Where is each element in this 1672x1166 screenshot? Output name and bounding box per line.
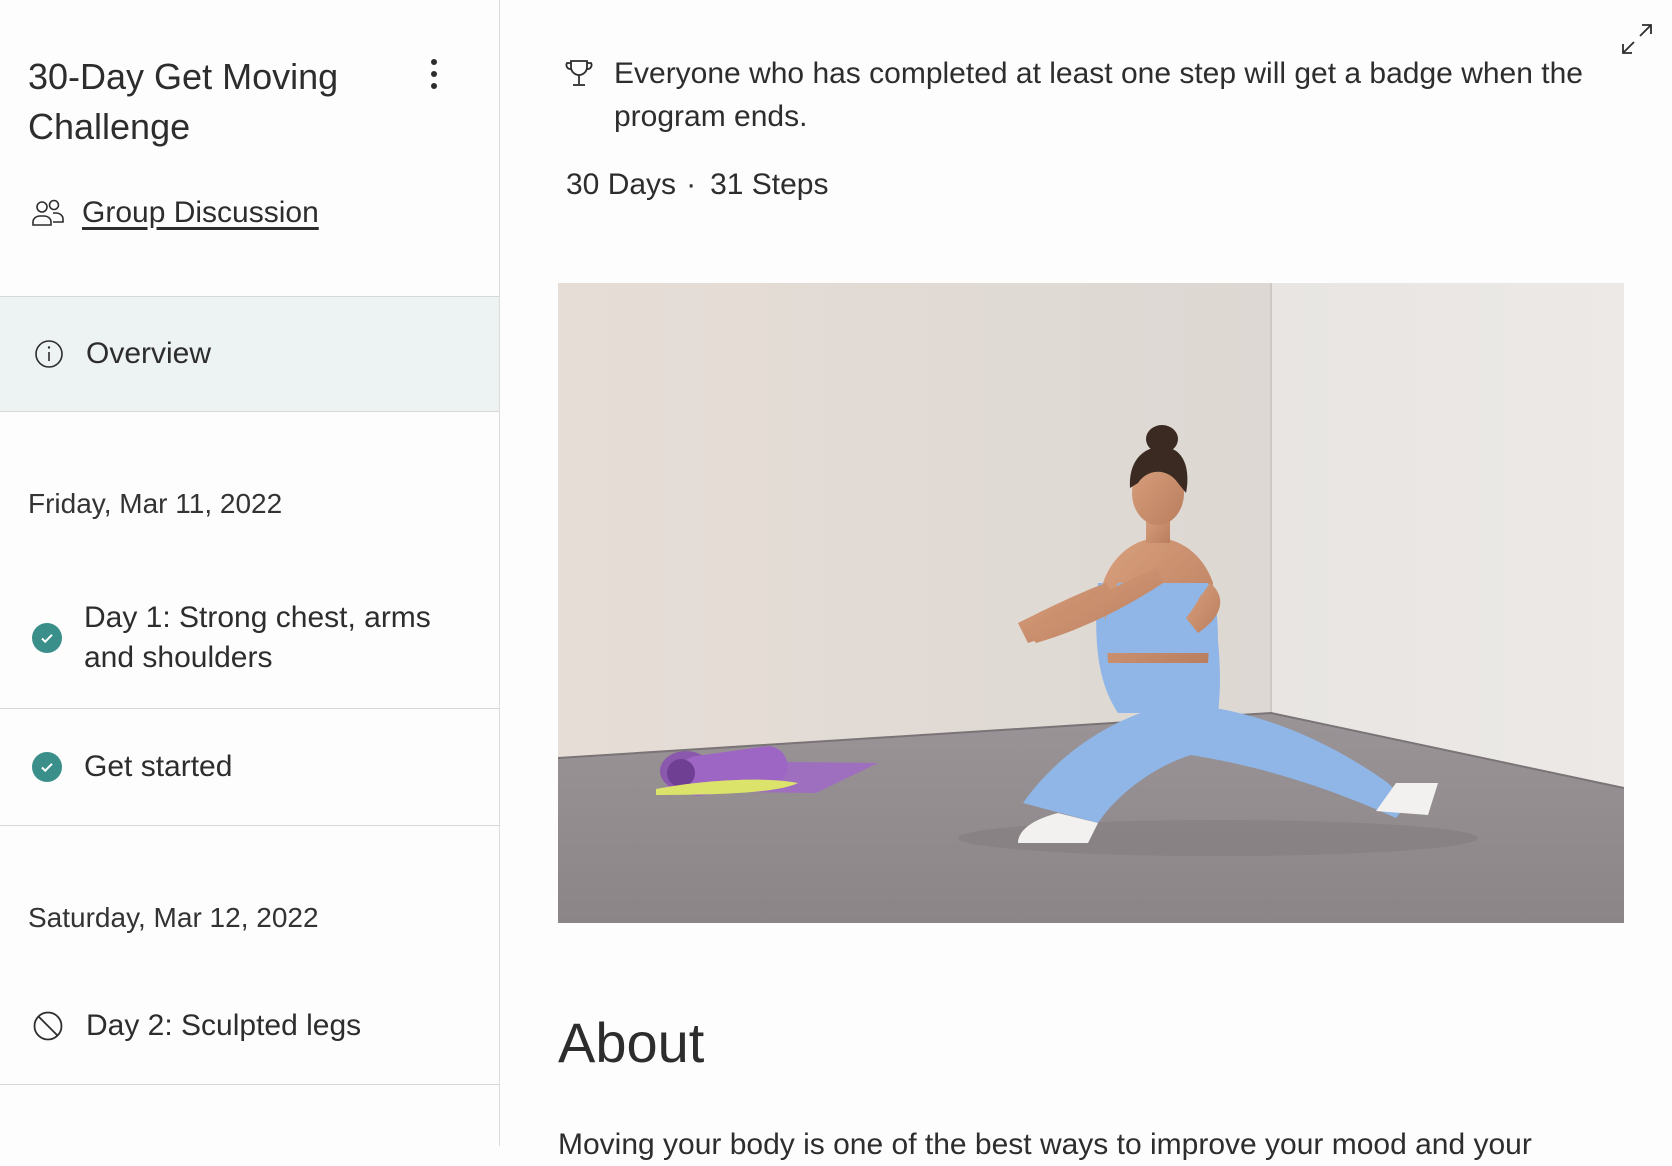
trophy-icon [565,60,593,86]
badge-note: Everyone who has completed at least one … [564,52,1604,138]
more-options-button[interactable] [420,52,448,96]
more-vertical-icon [431,59,437,65]
nav-overview[interactable]: Overview [0,296,499,412]
steps-count: 31 Steps [710,168,829,201]
step-day-2[interactable]: Day 2: Sculpted legs [0,967,499,1085]
program-meta: 30 Days · 31 Steps [566,168,828,202]
group-discussion-link[interactable]: Group Discussion [32,196,319,230]
days-count: 30 Days [566,168,677,201]
step-label: Day 1: Strong chest, arms and shoulders [84,600,431,674]
date-heading: Friday, Mar 11, 2022 [28,488,283,519]
info-icon [35,340,63,368]
step-label: Get started [84,750,233,783]
group-icon [32,199,64,226]
about-text: Moving your body is one of the best ways… [558,1128,1532,1161]
about-heading: About [558,1011,705,1074]
badge-note-text: Everyone who has completed at least one … [614,57,1583,133]
blocked-icon [33,1011,63,1040]
check-circle-icon [32,752,62,782]
program-title: 30-Day Get Moving Challenge [28,56,339,147]
meta-separator: · [686,168,697,201]
check-circle-icon [32,622,62,653]
sidebar: 30-Day Get Moving Challenge Group Discus… [0,0,500,1146]
step-label: Day 2: Sculpted legs [86,1008,362,1042]
step-day-1[interactable]: Day 1: Strong chest, arms and shoulders [0,567,499,709]
step-get-started[interactable]: Get started [0,709,499,826]
main-content: Everyone who has completed at least one … [500,0,1672,1161]
overview-label: Overview [86,337,212,370]
group-discussion-label: Group Discussion [82,196,319,229]
hero-image [558,283,1624,923]
expand-icon[interactable] [1620,22,1654,56]
date-heading: Saturday, Mar 12, 2022 [28,902,319,933]
